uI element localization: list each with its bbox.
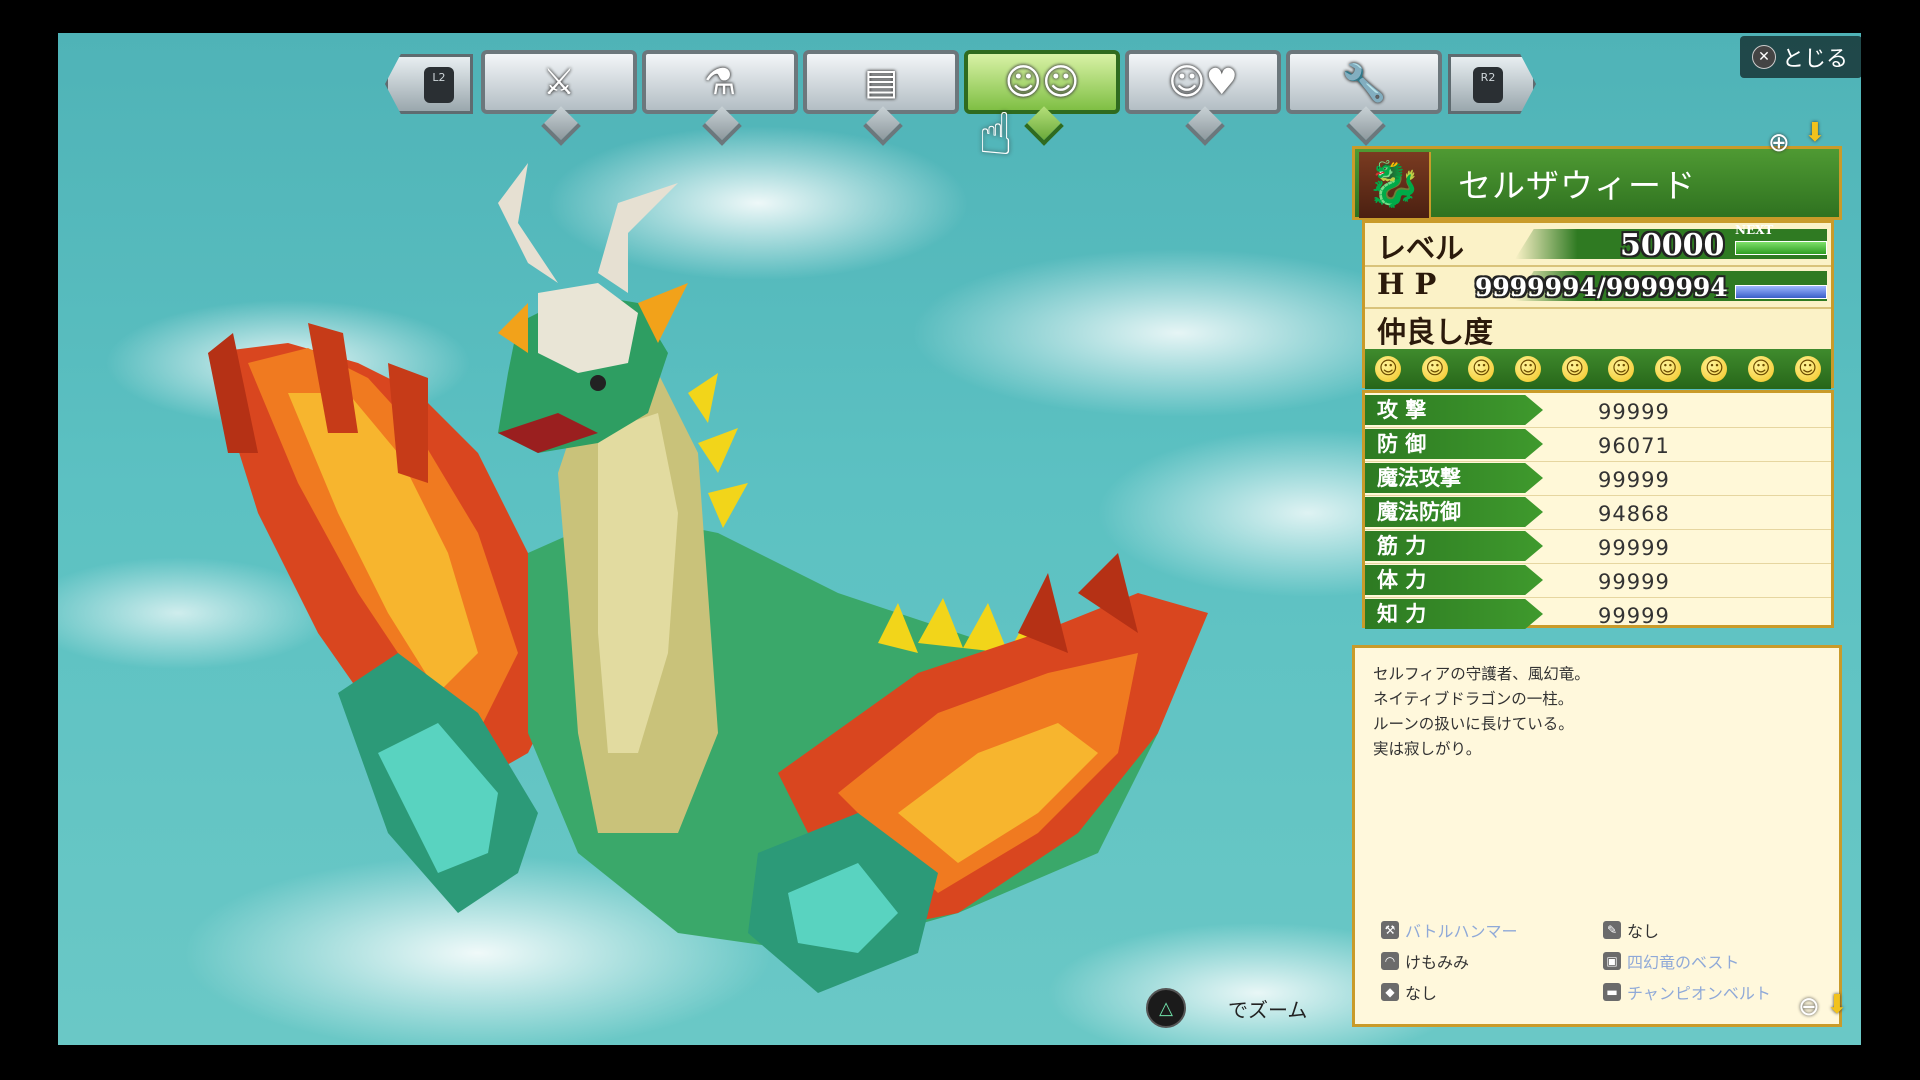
next-category-button[interactable]: R2 bbox=[1448, 54, 1536, 114]
equip-label: なし bbox=[1627, 922, 1660, 941]
potion-hammer-icon: ⚗ bbox=[703, 62, 737, 103]
smile-face-icon: ☺ bbox=[1375, 356, 1402, 382]
hp-value: 9999994/9999994 bbox=[1475, 273, 1728, 302]
document-icon: ▤ bbox=[863, 62, 898, 103]
sword-shield-icon: ⚔ bbox=[542, 62, 576, 103]
level-row: レベル 50000 NEXT bbox=[1365, 223, 1831, 267]
armor-icon: ▣ bbox=[1603, 952, 1621, 970]
tab-equipment[interactable]: ⚔ bbox=[481, 50, 637, 114]
stat-row: 筋 力 99999 bbox=[1365, 529, 1831, 564]
stat-label: 体 力 bbox=[1365, 565, 1543, 595]
tab-notes[interactable]: ▤ bbox=[803, 50, 959, 114]
affinity-faces: ☺ ☺ ☺ ☺ ☺ ☺ ☺ ☺ ☺ ☺ bbox=[1365, 349, 1831, 389]
head-icon: ◠ bbox=[1381, 952, 1399, 970]
tab-settings[interactable]: 🔧 bbox=[1286, 50, 1442, 114]
stat-row: 知 力 99999 bbox=[1365, 597, 1831, 631]
l2-trigger-icon: L2 bbox=[424, 67, 454, 103]
equip-label: 四幻竜のベスト bbox=[1627, 953, 1740, 972]
stat-value: 99999 bbox=[1598, 468, 1670, 492]
tab-relationships[interactable]: ☺♥ bbox=[1125, 50, 1281, 114]
description-line: ルーンの扱いに長けている。 bbox=[1373, 715, 1574, 733]
affinity-row: 仲良し度 bbox=[1365, 307, 1831, 349]
equip-label: けもみみ bbox=[1405, 953, 1470, 972]
sub-weapon-icon: ✎ bbox=[1603, 921, 1621, 939]
smile-face-icon: ☺ bbox=[1468, 356, 1495, 382]
stat-label: 魔法攻撃 bbox=[1365, 463, 1543, 493]
prev-category-button[interactable]: L2 bbox=[385, 54, 473, 114]
pointing-hand-icon: ☝ bbox=[978, 100, 1014, 168]
smile-face-icon: ☺ bbox=[1561, 356, 1588, 382]
character-name: セルザウィード bbox=[1458, 166, 1696, 205]
smile-face-icon: ☺ bbox=[1794, 356, 1821, 382]
smile-face-icon: ☺ bbox=[1654, 356, 1681, 382]
level-label: レベル bbox=[1377, 231, 1465, 265]
equip-sub-weapon: ✎ なし bbox=[1603, 918, 1659, 942]
stat-label: 知 力 bbox=[1365, 599, 1543, 629]
shield-icon: ◆ bbox=[1381, 983, 1399, 1001]
equip-accessory: ▬ チャンピオンベルト bbox=[1603, 980, 1771, 1004]
stat-value: 99999 bbox=[1598, 400, 1670, 424]
zoom-hint-text: でズーム bbox=[1228, 997, 1308, 1022]
stat-row: 魔法防御 94868 bbox=[1365, 495, 1831, 530]
equip-head: ◠ けもみみ bbox=[1381, 949, 1469, 973]
stat-value: 99999 bbox=[1598, 536, 1670, 560]
stat-row: 体 力 99999 bbox=[1365, 563, 1831, 598]
dragon-portrait-icon: 🐉 bbox=[1359, 152, 1431, 218]
equip-armor: ▣ 四幻竜のベスト bbox=[1603, 949, 1739, 973]
equip-shield: ◆ なし bbox=[1381, 980, 1437, 1004]
description-box: セルフィアの守護者、風幻竜。 ネイティブドラゴンの一柱。 ルーンの扱いに長けてい… bbox=[1352, 645, 1842, 1027]
exp-gauge bbox=[1735, 241, 1827, 255]
smile-face-icon: ☺ bbox=[1748, 356, 1775, 382]
stat-row: 攻 撃 99999 bbox=[1365, 393, 1831, 428]
stat-row: 防 御 96071 bbox=[1365, 427, 1831, 462]
wrench-icon: 🔧 bbox=[1341, 63, 1387, 104]
smile-face-icon: ☺ bbox=[1421, 356, 1448, 382]
weapon-icon: ⚒ bbox=[1381, 921, 1399, 939]
description-line: セルフィアの守護者、風幻竜。 bbox=[1373, 665, 1590, 683]
cross-button-icon: ✕ bbox=[1752, 45, 1776, 69]
hp-label: H P bbox=[1377, 267, 1437, 301]
hp-gauge bbox=[1735, 285, 1827, 299]
party-faces-icon: ☺☺ bbox=[1004, 62, 1080, 103]
stat-value: 99999 bbox=[1598, 570, 1670, 594]
close-label: とじる bbox=[1782, 47, 1849, 72]
smile-face-icon: ☺ bbox=[1701, 356, 1728, 382]
equip-label: チャンピオンベルト bbox=[1627, 984, 1771, 1003]
smile-heart-icon: ☺♥ bbox=[1168, 62, 1238, 103]
affinity-label: 仲良し度 bbox=[1377, 315, 1494, 349]
status-box: レベル 50000 NEXT H P 9999994/9999994 仲良し度 … bbox=[1362, 220, 1834, 389]
stat-row: 魔法攻撃 99999 bbox=[1365, 461, 1831, 496]
equip-label: なし bbox=[1405, 984, 1438, 1003]
equip-weapon: ⚒ バトルハンマー bbox=[1381, 918, 1517, 942]
stat-value: 99999 bbox=[1598, 604, 1670, 628]
zoom-out-icon[interactable]: ⊖ bbox=[1798, 992, 1820, 1022]
triangle-button-icon[interactable]: △ bbox=[1146, 988, 1186, 1028]
smile-face-icon: ☺ bbox=[1515, 356, 1542, 382]
zoom-hint: △ でズーム bbox=[1146, 988, 1307, 1028]
scroll-down-arrow-icon[interactable]: ⬇ bbox=[1804, 118, 1826, 148]
level-value: 50000 bbox=[1620, 228, 1725, 263]
scroll-down-arrow-icon[interactable]: ⬇ bbox=[1826, 990, 1848, 1020]
close-button[interactable]: ✕ とじる bbox=[1740, 36, 1862, 78]
equip-label: バトルハンマー bbox=[1405, 922, 1518, 941]
category-tabs: L2 ⚔ ⚗ ▤ ☺☺ ☺♥ 🔧 R2 bbox=[385, 50, 1537, 122]
stats-table: 攻 撃 99999 防 御 96071 魔法攻撃 99999 魔法防御 9486… bbox=[1362, 390, 1834, 631]
r2-trigger-icon: R2 bbox=[1473, 67, 1503, 103]
stat-label: 防 御 bbox=[1365, 429, 1543, 459]
stat-label: 魔法防御 bbox=[1365, 497, 1543, 527]
hp-row: H P 9999994/9999994 bbox=[1365, 265, 1831, 309]
next-label: NEXT bbox=[1735, 223, 1774, 237]
stat-label: 筋 力 bbox=[1365, 531, 1543, 561]
stat-value: 94868 bbox=[1598, 502, 1670, 526]
zoom-in-icon[interactable]: ⊕ bbox=[1768, 128, 1790, 158]
smile-face-icon: ☺ bbox=[1608, 356, 1635, 382]
accessory-icon: ▬ bbox=[1603, 983, 1621, 1001]
tab-items[interactable]: ⚗ bbox=[642, 50, 798, 114]
stat-label: 攻 撃 bbox=[1365, 395, 1543, 425]
stat-value: 96071 bbox=[1598, 434, 1670, 458]
description-line: 実は寂しがり。 bbox=[1373, 740, 1482, 758]
description-line: ネイティブドラゴンの一柱。 bbox=[1373, 690, 1574, 708]
